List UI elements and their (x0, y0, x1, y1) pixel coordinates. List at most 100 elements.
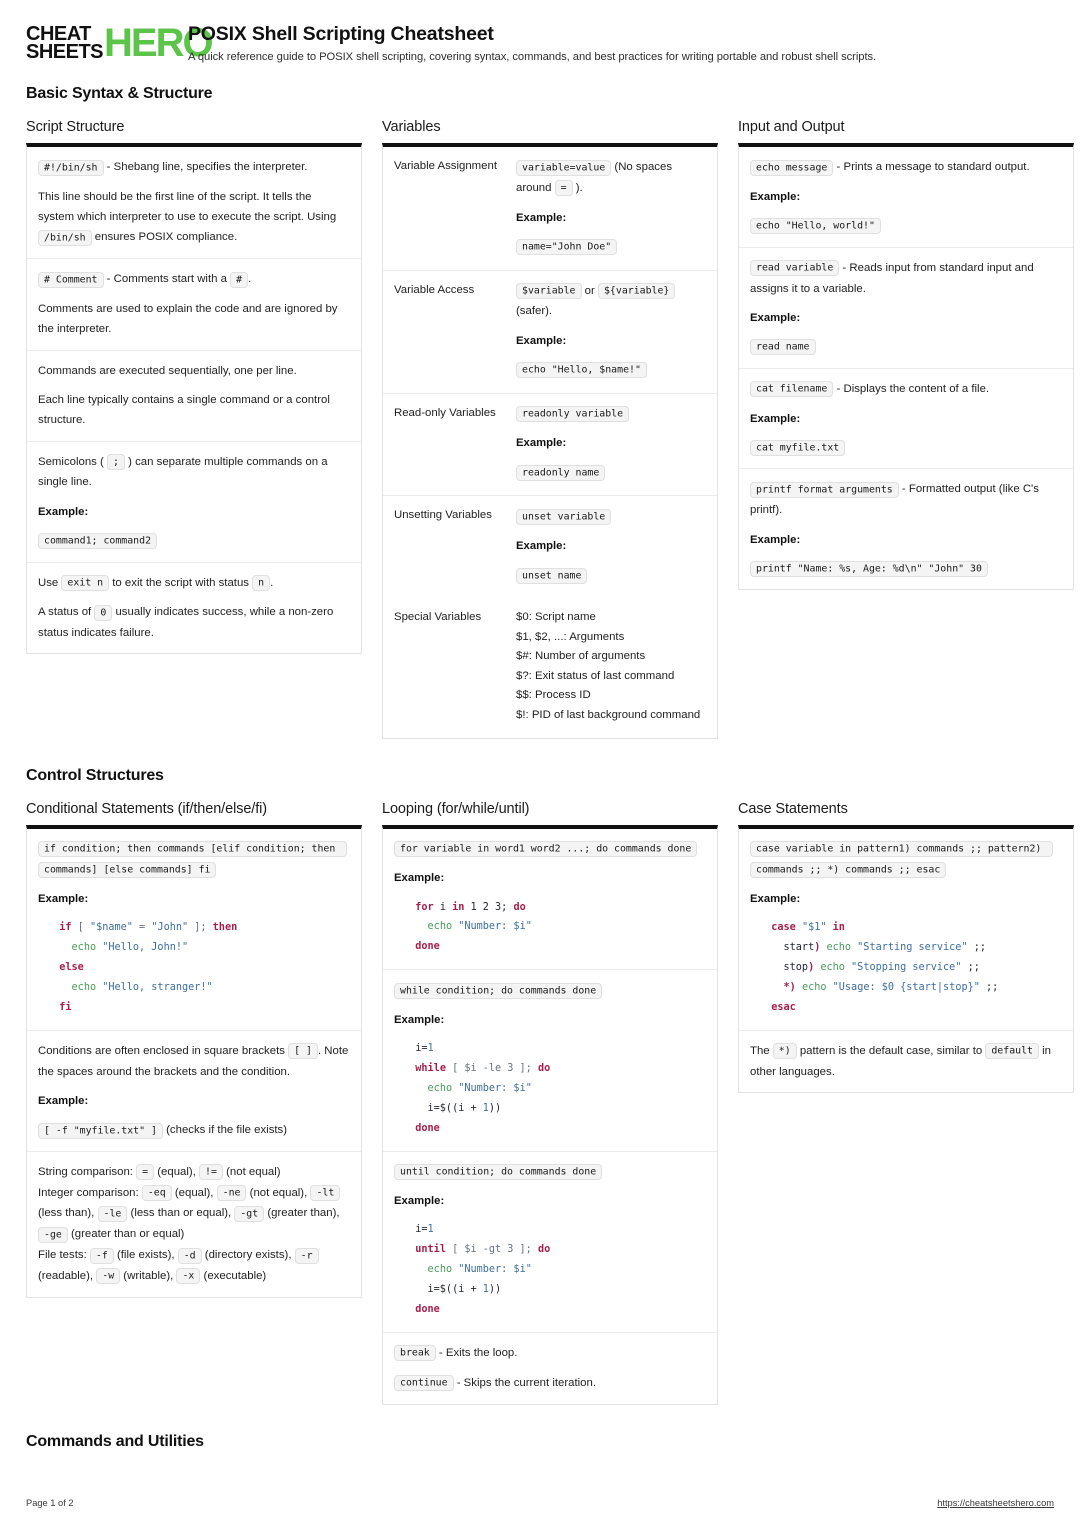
card-title-variables: Variables (382, 119, 441, 135)
code-token: do (537, 1244, 551, 1256)
code-default: default (985, 1043, 1039, 1060)
code-token: fi (59, 1001, 72, 1013)
text-shebang-desc-a: This line should be the first line of th… (38, 190, 337, 224)
row-case-note: The *) pattern is the default case, simi… (739, 1031, 1073, 1092)
code-token: esac (771, 1001, 796, 1013)
row-exit: Use exit n to exit the script with statu… (27, 563, 361, 654)
code-command-pair: command1; command2 (38, 533, 158, 550)
code-token: i=$((i + (403, 1284, 483, 1296)
row-if-syntax: if condition; then commands [elif condit… (27, 829, 361, 1031)
example-label: Example: (750, 311, 801, 324)
example-label: Example: (750, 412, 801, 425)
text-exit-c: . (270, 576, 274, 589)
term-variable: Unsetting Variables (394, 509, 492, 522)
code-operator: = (136, 1164, 155, 1181)
card-conditionals: if condition; then commands [elif condit… (26, 824, 362, 1298)
example-label-brackets: Example: (38, 1094, 89, 1107)
code-brackets: [ ] (288, 1043, 318, 1060)
row-comment: # Comment - Comments start with a #. Com… (27, 259, 361, 351)
comparison-label: File tests: (38, 1249, 90, 1262)
row-break-continue: break - Exits the loop. continue - Skips… (383, 1333, 717, 1404)
code-n: n (252, 575, 271, 592)
code-token: until (415, 1244, 446, 1256)
term-variable: Read-only Variables (394, 406, 496, 419)
column-script-structure: Script Structure #!/bin/sh - Shebang lin… (26, 119, 362, 655)
special-variable-item: $$: Process ID (516, 689, 591, 702)
code-star-paren: *) (772, 1043, 797, 1060)
code-token: done (415, 1304, 440, 1316)
card-title-conditionals: Conditional Statements (if/then/else/fi) (26, 800, 268, 817)
example-label: Example: (516, 437, 567, 450)
io-description: cat filename - Displays the content of a… (750, 379, 1062, 400)
text-exit-a: Use (38, 576, 62, 589)
variable-description: variable=value (No spaces around = ). (516, 157, 709, 199)
code-token: echo (826, 942, 852, 954)
code-token: stop (759, 962, 809, 974)
code-variable-alt: ${variable} (597, 283, 676, 300)
comparison-line-2: File tests: -f (file exists), -d (direct… (38, 1245, 350, 1287)
text-io: - Prints a message to standard output. (833, 161, 1030, 173)
code-token: i=$((i + (403, 1102, 483, 1114)
example-label: Example: (516, 540, 567, 553)
code-token: [ $i -le 3 ]; (445, 1063, 538, 1075)
text-operator-desc: (greater than), (264, 1207, 340, 1220)
text-operator-desc: (less than or equal), (127, 1207, 235, 1220)
code-comment: # Comment (38, 271, 104, 288)
text-operator-desc: (greater than or equal) (67, 1228, 185, 1241)
code-io-example: printf "Name: %s, Age: %d\n" "John" 30 (750, 561, 988, 578)
card-variables: Variable Assignment variable=value (No sp… (382, 143, 718, 739)
column-case-statements: Case Statements case variable in pattern… (738, 801, 1074, 1093)
code-variable-alt: = (554, 180, 573, 197)
text-brackets-a: Conditions are often enclosed in square … (38, 1044, 289, 1057)
code-token: 1 (427, 1224, 434, 1236)
row-while-loop: while condition; do commands done Exampl… (383, 970, 717, 1152)
row-semicolons: Semicolons ( ; ) can separate multiple c… (27, 442, 361, 563)
row-for-loop: for variable in word1 word2 ...; do comm… (383, 829, 717, 971)
row-brackets: Conditions are often enclosed in square … (27, 1031, 361, 1152)
row-until-loop: until condition; do commands done Exampl… (383, 1152, 717, 1333)
text-semicolon-a: Semicolons ( (38, 455, 108, 468)
code-variable-example: echo "Hello, $name!" (516, 362, 647, 379)
io-description: echo message - Prints a message to stand… (750, 157, 1062, 178)
code-operator: -ge (38, 1226, 68, 1243)
code-token: "Stopping service" (851, 962, 962, 974)
code-variable-syntax: readonly variable (516, 406, 630, 423)
code-hash: # (230, 271, 249, 288)
footer-url-link[interactable]: https://cheatsheetshero.com (937, 1498, 1054, 1508)
term-special-variables: Special Variables (394, 610, 482, 623)
code-if-syntax: if condition; then commands [elif condit… (38, 841, 348, 878)
row-io-2: cat filename - Displays the content of a… (739, 369, 1073, 470)
text-operator-desc: (less than), (38, 1207, 98, 1220)
row-variable-1: Variable Access $variable or ${variable} … (383, 271, 717, 394)
code-token: echo (71, 982, 97, 994)
io-description: read variable - Reads input from standar… (750, 258, 1062, 299)
code-io-syntax: echo message (750, 159, 834, 176)
code-token: "Starting service" (857, 942, 968, 954)
code-exit-n: exit n (61, 575, 110, 592)
code-zero: 0 (94, 604, 113, 621)
text-operator-desc: (executable) (200, 1269, 267, 1282)
code-io-example: cat myfile.txt (750, 440, 846, 457)
card-script-structure: #!/bin/sh - Shebang line, specifies the … (26, 143, 362, 655)
code-token: echo (427, 921, 453, 933)
comparison-line-0: String comparison: = (equal), != (not eq… (38, 1162, 350, 1183)
code-token: "John" (151, 922, 189, 934)
variable-example: readonly name (516, 462, 709, 483)
text-io: - Displays the content of a file. (833, 382, 990, 395)
special-variable-item: $#: Number of arguments (516, 650, 646, 663)
body-variable: variable=value (No spaces around = ). Exa… (516, 157, 709, 258)
code-block-for-example: for i in 1 2 3; do echo "Number: $i" don… (394, 898, 706, 958)
code-token: i= (403, 1043, 428, 1055)
text-operator-desc: (equal), (154, 1165, 200, 1178)
footer-page-number: Page 1 of 2 (26, 1498, 74, 1508)
row-io-0: echo message - Prints a message to stand… (739, 147, 1073, 248)
code-block-case-example: case "$1" in start) echo "Starting servi… (750, 918, 1062, 1017)
section-heading-commands: Commands and Utilities (26, 1432, 204, 1450)
code-operator: -eq (141, 1185, 172, 1202)
code-token: if (59, 922, 72, 934)
code-variable-syntax: $variable (516, 283, 582, 300)
